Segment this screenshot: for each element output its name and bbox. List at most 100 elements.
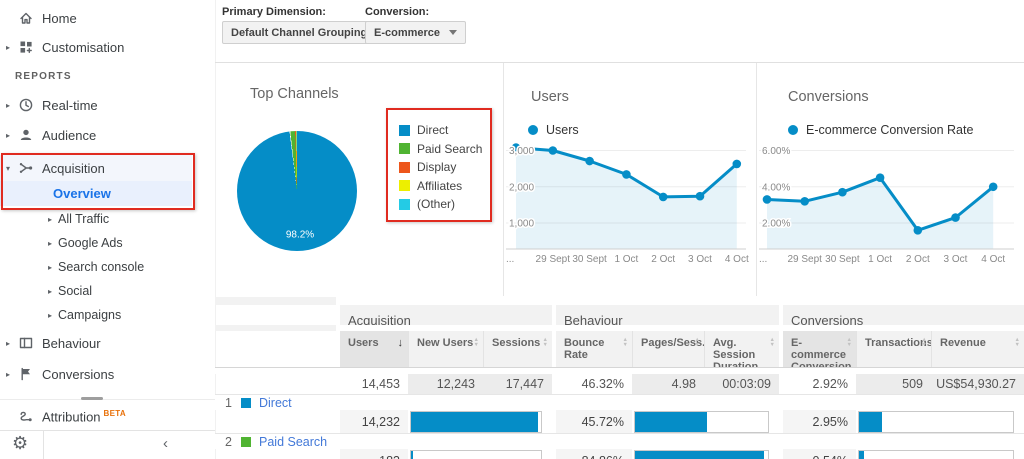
chevron-right-icon[interactable]: ▸: [6, 43, 10, 52]
channel-link[interactable]: Direct: [259, 396, 292, 410]
chevron-right-icon[interactable]: ▸: [48, 239, 52, 248]
sidebar-item-conversions[interactable]: ▸Conversions: [0, 361, 215, 387]
sidebar-item-campaigns[interactable]: ▸Campaigns: [0, 304, 215, 326]
pie-legend-item[interactable]: (Other): [399, 195, 482, 214]
chevron-right-icon[interactable]: ▸: [6, 131, 10, 140]
bar-track: [410, 411, 542, 433]
sort-toggle-icon[interactable]: ▲▼: [847, 338, 852, 347]
metric-bar-cell: [408, 449, 552, 459]
sort-toggle-icon[interactable]: ▲▼: [1015, 338, 1020, 347]
users-legend[interactable]: Users: [528, 123, 579, 137]
column-header-revenue[interactable]: Revenue ▲▼: [931, 331, 1024, 367]
column-header-avg-session-duration[interactable]: Avg. Session Duration▲▼: [704, 331, 779, 367]
svg-text:2 Oct: 2 Oct: [651, 254, 675, 265]
home-icon: [18, 10, 34, 26]
svg-text:1,000: 1,000: [509, 219, 534, 230]
collapse-sidebar-icon[interactable]: ‹: [163, 435, 168, 452]
svg-text:6.00%: 6.00%: [762, 146, 790, 157]
bar-track: [858, 411, 1014, 433]
sidebar-item-label: All Traffic: [58, 212, 109, 226]
pie-legend-item[interactable]: Paid Search: [399, 140, 482, 159]
sort-toggle-icon[interactable]: ▲▼: [695, 338, 700, 347]
sidebar-item-social[interactable]: ▸Social: [0, 280, 215, 302]
totals-value-cell: 17,447: [483, 374, 552, 394]
metric-value-cell: 0.54%: [783, 449, 856, 459]
channel-swatch-icon: [241, 437, 251, 447]
sort-toggle-icon[interactable]: ▲▼: [474, 338, 479, 347]
sort-toggle-icon[interactable]: ▲▼: [922, 338, 927, 347]
sidebar-item-overview[interactable]: Overview: [0, 181, 192, 206]
sort-toggle-icon[interactable]: ▲▼: [770, 338, 775, 347]
sidebar-item-home[interactable]: Home: [0, 5, 215, 31]
column-gutter: [779, 297, 783, 305]
group-title-conversions: Conversions: [783, 305, 1024, 325]
channel-header-cell: [215, 325, 336, 331]
bar-fill: [411, 451, 413, 459]
table-row-paid-search: 2Paid Search18384.86%0.54%: [215, 433, 1024, 459]
chevron-right-icon[interactable]: ▸: [6, 101, 10, 110]
top-channels-title: Top Channels: [250, 86, 339, 102]
legend-swatch-icon: [399, 199, 410, 210]
svg-text:29 Sept: 29 Sept: [536, 254, 571, 265]
pie-legend-label: Paid Search: [417, 142, 482, 156]
attribution-icon: [18, 409, 34, 425]
sidebar-item-attribution[interactable]: AttributionBETA: [0, 404, 215, 430]
metric-value-cell: 2.95%: [783, 410, 856, 433]
sidebar-item-search-console[interactable]: ▸Search console: [0, 256, 215, 278]
users-panel-title: Users: [531, 89, 569, 105]
metric-bar-cell: [856, 449, 1024, 459]
chevron-right-icon[interactable]: ▸: [48, 287, 52, 296]
pie-legend-item[interactable]: Display: [399, 158, 482, 177]
conversions-legend[interactable]: E-commerce Conversion Rate: [788, 123, 973, 137]
svg-text:30 Sept: 30 Sept: [572, 254, 607, 265]
sort-toggle-icon[interactable]: ▲▼: [543, 338, 548, 347]
totals-value-cell: 46.32%: [556, 374, 632, 394]
sidebar-item-customisation[interactable]: ▸Customisation: [0, 34, 215, 60]
column-header-sessions[interactable]: Sessions▲▼: [483, 331, 552, 367]
pie-legend-item[interactable]: Direct: [399, 121, 482, 140]
pie-percent-label: 98.2%: [286, 230, 314, 241]
pie-legend-label: Affiliates: [417, 179, 462, 193]
legend-dot-icon: [528, 125, 538, 135]
column-header-users[interactable]: Users↓: [340, 331, 408, 367]
metric-bar-cell: [632, 410, 779, 433]
metric-bar-cell: [856, 410, 1024, 433]
chevron-right-icon[interactable]: ▸: [48, 215, 52, 224]
group-title-acquisition: Acquisition: [340, 305, 552, 325]
chevron-right-icon[interactable]: ▸: [6, 370, 10, 379]
chevron-right-icon[interactable]: ▸: [6, 339, 10, 348]
sidebar-item-acquisition[interactable]: ▾Acquisition: [0, 155, 192, 181]
users-line-chart[interactable]: 1,0002,0003,000...29 Sept30 Sept1 Oct2 O…: [504, 141, 756, 273]
bar-track: [634, 450, 769, 459]
conversions-line-chart[interactable]: 2.00%4.00%6.00%...29 Sept30 Sept1 Oct2 O…: [757, 141, 1024, 273]
sidebar-item-audience[interactable]: ▸Audience: [0, 122, 215, 148]
chart-panels: Top Channels 98.2% Direct Paid Search Disp…: [215, 62, 1024, 296]
sort-descending-icon[interactable]: ↓: [398, 337, 404, 349]
column-header-label: Revenue: [940, 337, 986, 349]
sidebar-item-google-ads[interactable]: ▸Google Ads: [0, 232, 215, 254]
legend-swatch-icon: [399, 125, 410, 136]
gear-icon[interactable]: ⚙: [12, 433, 28, 454]
channel-link[interactable]: Paid Search: [259, 435, 327, 449]
sort-toggle-icon[interactable]: ▲▼: [623, 338, 628, 347]
svg-text:3 Oct: 3 Oct: [944, 254, 968, 265]
behaviour-icon: [18, 335, 34, 351]
column-header-bounce-rate[interactable]: Bounce Rate▲▼: [556, 331, 632, 367]
chevron-right-icon[interactable]: ▸: [48, 263, 52, 272]
chevron-down-icon[interactable]: ▾: [6, 164, 10, 173]
chevron-right-icon[interactable]: ▸: [48, 311, 52, 320]
column-header-e-commerce-conversion-rate[interactable]: E-commerce Conversion Rate▲▼: [783, 331, 856, 367]
sidebar-item-all-traffic[interactable]: ▸ All Traffic: [0, 208, 215, 230]
metric-value-cell: 45.72%: [556, 410, 632, 433]
top-channels-panel: Top Channels 98.2% Direct Paid Search Disp…: [215, 63, 503, 296]
svg-text:4.00%: 4.00%: [762, 182, 790, 193]
sidebar-item-realtime[interactable]: ▸Real-time: [0, 92, 215, 118]
flag-icon: [18, 366, 34, 382]
column-header-pages-sess-[interactable]: Pages/Sess...▲▼: [632, 331, 704, 367]
pie-legend-item[interactable]: Affiliates: [399, 177, 482, 196]
column-header-new-users[interactable]: New Users▲▼: [408, 331, 483, 367]
channel-cell: 2Paid Search: [215, 434, 336, 449]
conversion-dropdown[interactable]: E-commerce: [365, 21, 466, 44]
sidebar-item-behaviour[interactable]: ▸Behaviour: [0, 330, 215, 356]
column-header-transactions[interactable]: Transactions▲▼: [856, 331, 931, 367]
